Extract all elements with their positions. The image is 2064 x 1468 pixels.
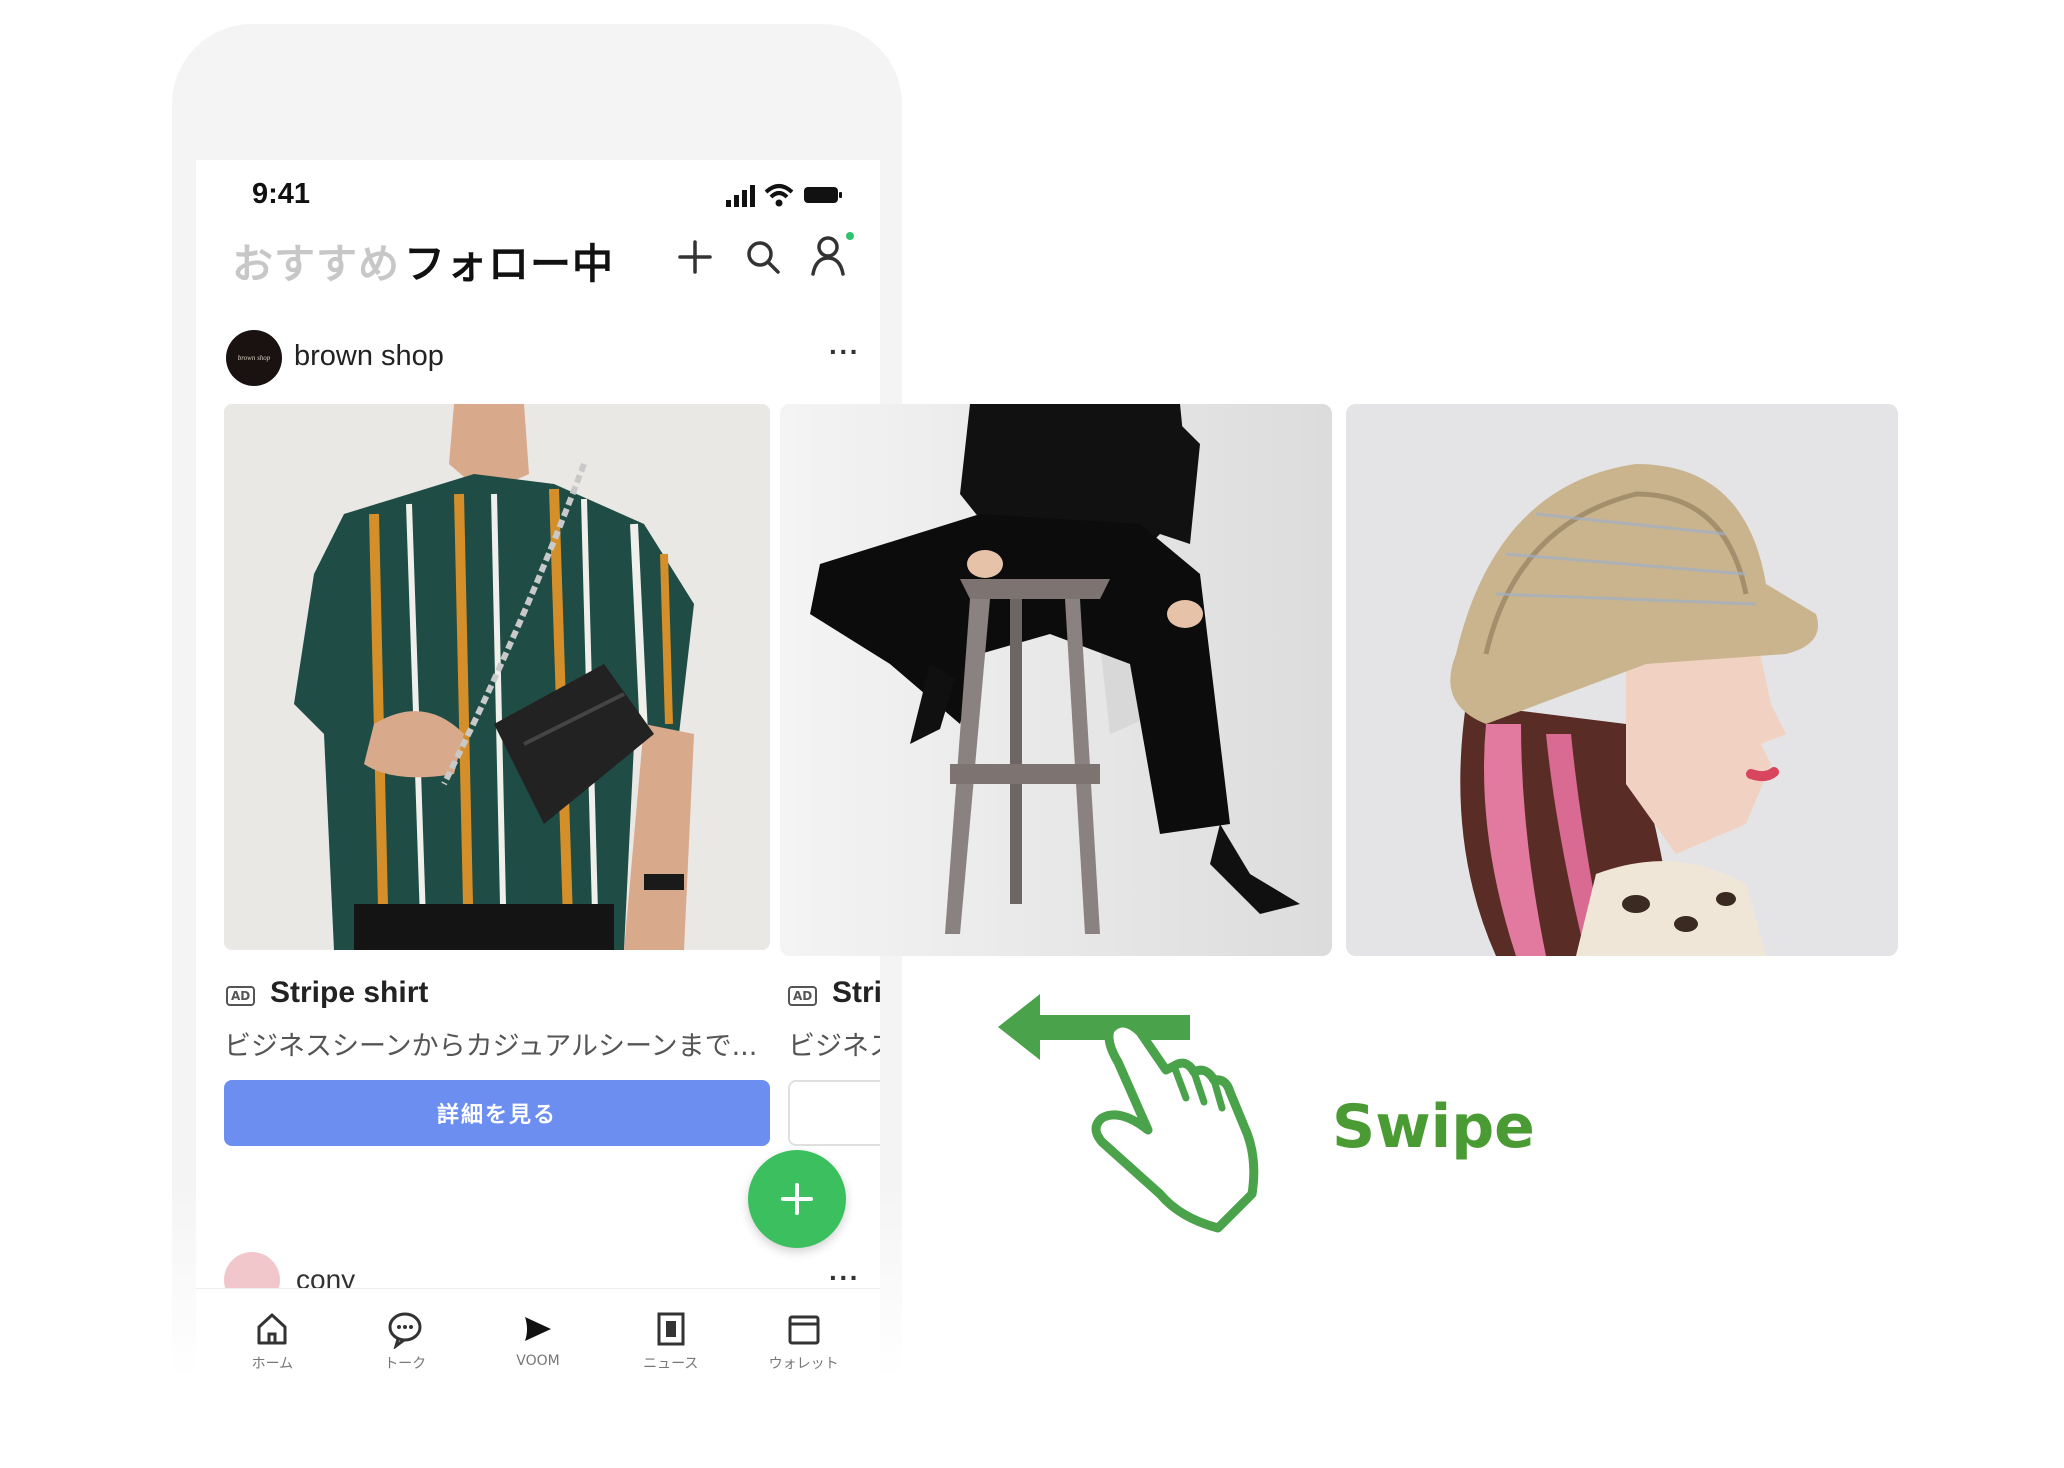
- nav-news[interactable]: ニュース: [616, 1289, 726, 1390]
- signal-icon: [726, 185, 755, 207]
- nav-voom-label: VOOM: [516, 1353, 560, 1369]
- man-in-striped-shirt-photo: [224, 404, 770, 950]
- tab-following[interactable]: フォロー中: [404, 230, 614, 290]
- card-image-bucket-hat[interactable]: [1346, 404, 1898, 956]
- status-time: 9:41: [252, 178, 311, 210]
- shop-avatar[interactable]: brown shop: [226, 330, 282, 386]
- nav-home[interactable]: ホーム: [217, 1289, 327, 1390]
- home-icon: [257, 1313, 287, 1345]
- card-description: ビジネスシーンからカジュアルシーンまで...: [224, 1031, 758, 1062]
- phone-screen: 9:41 おすすめ フォロー中 brown shop brown shop ··…: [196, 160, 880, 1390]
- nav-voom[interactable]: VOOM: [483, 1289, 593, 1390]
- card-title[interactable]: Stripe shirt: [270, 976, 428, 1010]
- card-description-peek: ビジネス: [788, 1031, 880, 1062]
- wifi-icon: [764, 184, 794, 207]
- shop-name[interactable]: brown shop: [294, 340, 444, 373]
- view-details-button-peek[interactable]: [788, 1080, 880, 1146]
- card-image-stool-outfit[interactable]: [780, 404, 1332, 956]
- view-details-button[interactable]: 詳細を見る: [224, 1080, 770, 1146]
- battery-icon: [804, 187, 842, 203]
- status-icons: [726, 184, 842, 207]
- profile-icon[interactable]: [806, 230, 856, 280]
- nav-home-label: ホーム: [251, 1356, 294, 1372]
- notification-dot: [846, 232, 854, 240]
- more-options-icon[interactable]: ···: [829, 336, 860, 368]
- woman-in-bucket-hat-photo: [1346, 404, 1898, 956]
- ad-badge-peek: AD: [788, 986, 818, 1006]
- plus-icon: [781, 1183, 813, 1215]
- nav-wallet[interactable]: ウォレット: [749, 1289, 859, 1390]
- tab-recommend[interactable]: おすすめ: [232, 230, 400, 290]
- nav-wallet-label: ウォレット: [768, 1356, 839, 1372]
- nav-talk-label: トーク: [384, 1356, 427, 1372]
- swipe-hand-icon: [998, 994, 1259, 1233]
- nav-talk[interactable]: トーク: [350, 1289, 460, 1390]
- chat-icon: [388, 1312, 422, 1349]
- voom-icon: [524, 1317, 551, 1341]
- wallet-icon: [788, 1315, 820, 1345]
- search-icon[interactable]: [742, 236, 784, 278]
- bottom-nav: ホーム トーク VOOM ニュース ウォレット: [196, 1288, 880, 1390]
- swipe-label: Swipe: [1332, 1092, 1535, 1162]
- ad-badge: AD: [226, 986, 256, 1006]
- card-title-peek[interactable]: Stri: [832, 976, 880, 1010]
- avatar-logo-text: brown shop: [237, 354, 271, 362]
- compose-fab-button[interactable]: [748, 1150, 846, 1248]
- plus-icon[interactable]: [674, 236, 716, 278]
- card-image-striped-shirt[interactable]: [224, 404, 770, 950]
- nav-news-label: ニュース: [643, 1356, 699, 1372]
- woman-sitting-on-stool-photo: [780, 404, 1332, 956]
- news-icon: [657, 1312, 685, 1346]
